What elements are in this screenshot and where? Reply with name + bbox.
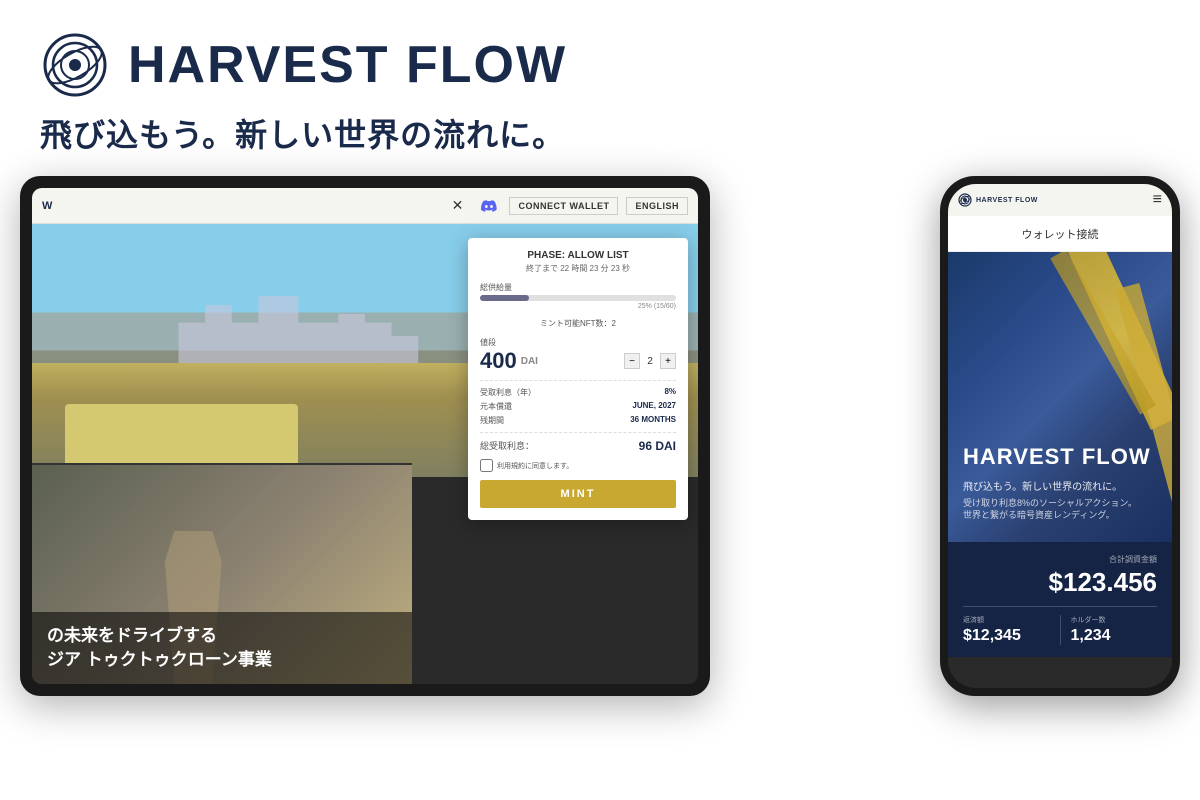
overlay-text: の未来をドライブするジア トゥクトゥクローン事業 xyxy=(47,624,397,672)
qty-value: 2 xyxy=(643,356,657,367)
wallet-bar[interactable]: ウォレット接続 xyxy=(948,216,1172,252)
total-row: 総受取利息： 96 DAI xyxy=(480,439,676,453)
tablet-mockup: W ✕ CONNECT WALLET ENGLISH xyxy=(20,176,920,736)
holders-value: 1,234 xyxy=(1071,627,1158,645)
total-fund-label: 合計調資金額 xyxy=(963,554,1157,565)
mint-button[interactable]: MINT xyxy=(480,480,676,508)
twitter-icon[interactable]: ✕ xyxy=(445,194,469,218)
holders-col: ホルダー数 1,234 xyxy=(1061,615,1158,645)
repay-col: 返済額 $12,345 xyxy=(963,615,1061,645)
repay-label: 返済額 xyxy=(963,615,1050,625)
discord-icon[interactable] xyxy=(477,194,501,218)
maturity-row: 元本償還 JUNE, 2027 xyxy=(480,401,676,412)
total-value: 96 DAI xyxy=(639,439,676,453)
holders-label: ホルダー数 xyxy=(1071,615,1158,625)
price-unit: DAI xyxy=(521,356,538,367)
mint-countdown: 終了まで 22 時間 23 分 23 秒 xyxy=(480,263,676,274)
tablet-navbar: W ✕ CONNECT WALLET ENGLISH xyxy=(32,188,698,224)
phone-logo-icon xyxy=(958,193,972,207)
qty-decrease-button[interactable]: − xyxy=(624,353,640,369)
hamburger-icon[interactable]: ≡ xyxy=(1153,191,1162,209)
nft-count-label: ミント可能NFT数：2 xyxy=(480,318,676,329)
phone-brand-text: HARVEST FLOW xyxy=(976,197,1038,204)
overlay-text-area: の未来をドライブするジア トゥクトゥクローン事業 xyxy=(32,612,412,684)
brand-name: HARVEST FLOW xyxy=(128,35,567,95)
divider-1 xyxy=(480,380,676,381)
duration-row: 残期間 36 MONTHS xyxy=(480,415,676,426)
tablet-nav-brand: W xyxy=(42,200,53,212)
duration-value: 36 MONTHS xyxy=(630,415,676,426)
total-fund-value: $123.456 xyxy=(963,567,1157,598)
phone-hero-tagline: 飛び込もう。新しい世界の流れに。 xyxy=(963,478,1157,493)
connect-wallet-button[interactable]: CONNECT WALLET xyxy=(509,197,618,215)
supply-progress-fill xyxy=(480,295,529,301)
main-content: W ✕ CONNECT WALLET ENGLISH xyxy=(0,176,1200,736)
maturity-label: 元本償還 xyxy=(480,401,512,412)
harvest-flow-logo-icon xyxy=(40,30,110,100)
interest-value: 8% xyxy=(664,387,676,398)
phone-screen: HARVEST FLOW ≡ ウォレット接続 HARVEST FLOW xyxy=(948,184,1172,688)
supply-progress-bar xyxy=(480,295,676,301)
phone-navbar: HARVEST FLOW ≡ xyxy=(948,184,1172,216)
tablet-screen: W ✕ CONNECT WALLET ENGLISH xyxy=(32,188,698,684)
interest-label: 受取利息（年） xyxy=(480,387,536,398)
maturity-value: JUNE, 2027 xyxy=(632,401,676,412)
phone-mockup: HARVEST FLOW ≡ ウォレット接続 HARVEST FLOW xyxy=(940,176,1180,736)
repay-value: $12,345 xyxy=(963,627,1050,645)
phone-hero: HARVEST FLOW 飛び込もう。新しい世界の流れに。 受け取り利息8%のソ… xyxy=(948,252,1172,542)
english-button[interactable]: ENGLISH xyxy=(626,197,688,215)
vehicle-shape xyxy=(65,404,298,472)
phone-device: HARVEST FLOW ≡ ウォレット接続 HARVEST FLOW xyxy=(940,176,1180,696)
phone-nav-brand: HARVEST FLOW xyxy=(958,193,1038,207)
header: HARVEST FLOW xyxy=(0,0,1200,110)
mint-phase-title: PHASE: ALLOW LIST xyxy=(480,250,676,261)
phone-hero-desc: 受け取り利息8%のソーシャルアクション。世界と繋がる暗号資産レンディング。 xyxy=(963,497,1157,522)
brand-tagline: 飛び込もう。新しい世界の流れに。 xyxy=(0,110,1200,176)
price-row: 400 DAI − 2 + xyxy=(480,350,676,372)
price-label: 値段 xyxy=(480,337,676,348)
supply-percent: 25% (15/60) xyxy=(480,303,676,310)
interest-row: 受取利息（年） 8% xyxy=(480,387,676,398)
mint-card: PHASE: ALLOW LIST 終了まで 22 時間 23 分 23 秒 総… xyxy=(468,238,688,520)
divider-2 xyxy=(480,432,676,433)
phone-stats: 合計調資金額 $123.456 返済額 $12,345 ホルダー数 1,234 xyxy=(948,542,1172,657)
tablet-device: W ✕ CONNECT WALLET ENGLISH xyxy=(20,176,710,696)
agree-checkbox[interactable] xyxy=(480,459,493,472)
phone-hero-title: HARVEST FLOW xyxy=(963,444,1157,470)
price-value: 400 xyxy=(480,350,517,372)
stats-bottom-row: 返済額 $12,345 ホルダー数 1,234 xyxy=(963,606,1157,645)
qty-increase-button[interactable]: + xyxy=(660,353,676,369)
supply-label: 総供給量 xyxy=(480,282,676,293)
quantity-controls: − 2 + xyxy=(624,353,676,369)
duration-label: 残期間 xyxy=(480,415,504,426)
agree-label: 利用規約に同意します。 xyxy=(497,461,573,471)
total-label: 総受取利息： xyxy=(480,439,534,453)
agree-row: 利用規約に同意します。 xyxy=(480,459,676,472)
phone-hero-content: HARVEST FLOW 飛び込もう。新しい世界の流れに。 受け取り利息8%のソ… xyxy=(948,434,1172,532)
